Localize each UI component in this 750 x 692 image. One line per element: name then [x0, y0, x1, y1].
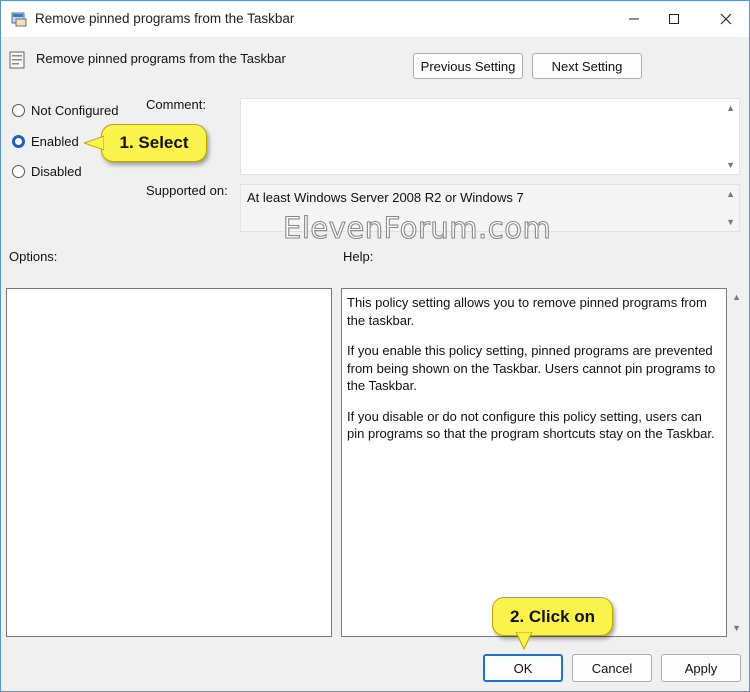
radio-button[interactable]: [12, 104, 25, 117]
radio-enabled[interactable]: Enabled: [12, 134, 79, 149]
supported-on-label: Supported on:: [146, 183, 228, 198]
help-pane: This policy setting allows you to remove…: [341, 288, 727, 637]
select-callout-text: 1. Select: [119, 133, 189, 152]
scroll-down-icon[interactable]: ▼: [726, 160, 735, 170]
close-icon: [720, 13, 732, 25]
ok-button[interactable]: OK: [483, 654, 563, 682]
help-paragraph: This policy setting allows you to remove…: [347, 295, 707, 328]
callout-pointer: [515, 632, 533, 650]
close-button[interactable]: [703, 1, 749, 37]
next-setting-button[interactable]: Next Setting: [532, 53, 642, 79]
watermark: ElevenForum.com: [282, 210, 552, 245]
scroll-up-icon[interactable]: ▲: [726, 189, 735, 199]
cancel-button[interactable]: Cancel: [572, 654, 652, 682]
options-pane: [6, 288, 332, 637]
help-scrollbar[interactable]: ▲ ▼: [727, 288, 747, 637]
apply-button[interactable]: Apply: [661, 654, 741, 682]
radio-label: Not Configured: [31, 103, 119, 118]
help-paragraph: If you disable or do not configure this …: [347, 408, 715, 442]
radio-not-configured[interactable]: Not Configured: [12, 103, 118, 118]
maximize-icon: [669, 14, 679, 24]
click-callout: 2. Click on: [492, 597, 613, 650]
previous-setting-button[interactable]: Previous Setting: [413, 53, 523, 79]
supported-on-value: At least Windows Server 2008 R2 or Windo…: [247, 190, 524, 205]
select-callout: 1. Select: [84, 124, 207, 162]
scroll-up-icon[interactable]: ▲: [726, 103, 735, 113]
radio-label: Disabled: [31, 164, 82, 179]
radio-label: Enabled: [31, 134, 79, 149]
minimize-icon: [629, 18, 639, 20]
group-policy-icon: [11, 12, 27, 27]
comment-field[interactable]: ▲ ▼: [240, 98, 740, 175]
comment-label: Comment:: [146, 97, 206, 112]
click-callout-text: 2. Click on: [509, 606, 596, 626]
maximize-button[interactable]: [651, 1, 697, 37]
radio-button-selected[interactable]: [12, 135, 25, 148]
options-label: Options:: [9, 249, 58, 264]
radio-button[interactable]: [12, 165, 25, 178]
help-label: Help:: [343, 249, 374, 264]
policy-setting-dialog: Remove pinned programs from the Taskbar …: [0, 0, 750, 692]
title-bar[interactable]: Remove pinned programs from the Taskbar: [1, 1, 749, 37]
help-paragraph: If you enable this policy setting, pinne…: [347, 343, 716, 393]
setting-name: Remove pinned programs from the Taskbar: [36, 51, 286, 66]
radio-disabled[interactable]: Disabled: [12, 164, 82, 179]
policy-setting-icon: [9, 51, 25, 69]
scroll-down-icon[interactable]: ▼: [732, 623, 741, 633]
scroll-down-icon[interactable]: ▼: [726, 217, 735, 227]
window-title: Remove pinned programs from the Taskbar: [35, 11, 295, 26]
callout-pointer: [84, 135, 104, 151]
scroll-up-icon[interactable]: ▲: [732, 292, 741, 302]
